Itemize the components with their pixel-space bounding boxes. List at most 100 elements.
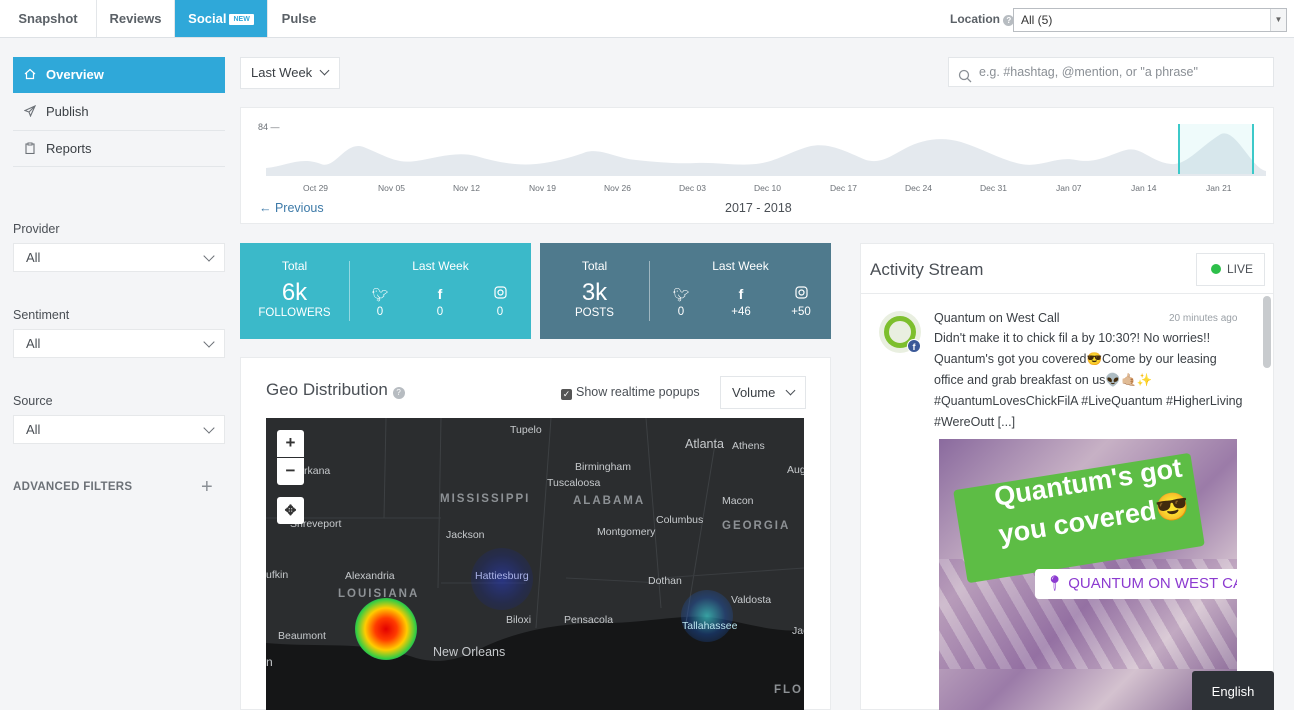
followers-card: Total 6k FOLLOWERS Last Week 🐦︎ f 0 0 0 xyxy=(240,243,531,339)
live-button[interactable]: LIVE xyxy=(1196,253,1265,286)
date-label: Nov 05 xyxy=(378,183,405,193)
checkmark-icon: ✓ xyxy=(561,389,572,400)
posts-card: Total 3k POSTS Last Week 🐦︎ f 0 +46 +50 xyxy=(540,243,831,339)
period-dropdown[interactable]: Last Week xyxy=(240,57,340,89)
instagram-icon xyxy=(480,286,520,302)
sidebar-item-overview[interactable]: Overview xyxy=(13,57,225,93)
date-label: Nov 12 xyxy=(453,183,480,193)
show-popups-checkbox[interactable]: ✓ Show realtime popups xyxy=(561,385,700,400)
sentiment-value: All xyxy=(26,336,41,351)
date-label: Dec 03 xyxy=(679,183,706,193)
clipboard-icon xyxy=(24,131,36,167)
plus-icon[interactable]: + xyxy=(201,476,213,499)
location-pin-icon: 📍︎ xyxy=(1045,575,1065,592)
metric-dropdown[interactable]: Volume xyxy=(720,376,806,409)
instagram-icon xyxy=(781,286,821,302)
tab-label: Reviews xyxy=(109,11,162,26)
post-text-line: Quantum's got you covered😎Come by our le… xyxy=(934,352,1217,366)
search-icon xyxy=(958,65,972,93)
instagram-count: +50 xyxy=(791,306,811,318)
language-button[interactable]: English xyxy=(1192,671,1274,710)
tab-social[interactable]: Social NEW xyxy=(175,0,268,37)
city-label: Birmingham xyxy=(575,461,632,473)
sidebar-item-label: Overview xyxy=(46,67,104,82)
metric-value: Volume xyxy=(732,385,776,400)
city-label: Jackson xyxy=(446,529,485,541)
pan-button[interactable]: ✥ xyxy=(277,497,304,524)
city-label: Atlanta xyxy=(685,437,724,451)
chevron-down-icon xyxy=(319,65,330,76)
total-unit: POSTS xyxy=(575,307,614,319)
chevron-down-icon xyxy=(203,250,215,262)
previous-link[interactable]: ← Previous xyxy=(259,201,324,215)
date-label: Jan 14 xyxy=(1131,183,1157,193)
state-label: GEORGIA xyxy=(722,520,791,532)
location-select[interactable]: All (5) ▼ xyxy=(1013,8,1287,32)
tab-snapshot[interactable]: Snapshot xyxy=(0,0,97,37)
chevron-down-icon xyxy=(203,336,215,348)
dropdown-arrow-icon: ▼ xyxy=(1270,9,1286,31)
post-text-line: #WereOutt [...] xyxy=(934,415,1016,429)
map-background xyxy=(266,418,804,710)
search-input[interactable]: e.g. #hashtag, @mention, or "a phrase" xyxy=(948,57,1274,87)
city-label: Tallahassee xyxy=(682,620,738,632)
city-label: Dothan xyxy=(648,575,682,587)
geo-title-text: Geo Distribution xyxy=(266,380,388,399)
post-author[interactable]: Quantum on West Call xyxy=(934,311,1060,325)
sidebar-item-publish[interactable]: Publish xyxy=(13,94,225,130)
facebook-icon: f xyxy=(437,286,443,302)
post-image[interactable]: Quantum's got you covered😎 📍︎ QUANTUM ON… xyxy=(939,439,1237,710)
top-nav: Snapshot Reviews Social NEW Pulse Locatio… xyxy=(0,0,1294,38)
provider-select[interactable]: All xyxy=(13,243,225,272)
range-selector[interactable] xyxy=(1178,124,1254,174)
location-value: All (5) xyxy=(1021,13,1053,27)
sidebar-item-reports[interactable]: Reports xyxy=(13,131,225,167)
map[interactable]: Tupelo Atlanta Athens Birmingham Tuscalo… xyxy=(266,418,804,710)
new-badge: NEW xyxy=(229,14,254,25)
date-label: Dec 24 xyxy=(905,183,932,193)
image-location-tag: 📍︎ QUANTUM ON WEST CALL xyxy=(1035,569,1237,599)
divider xyxy=(861,293,1273,294)
advanced-filters-label[interactable]: ADVANCED FILTERS xyxy=(13,481,132,493)
zoom-in-button[interactable]: + xyxy=(277,430,304,457)
date-label: Dec 10 xyxy=(754,183,781,193)
city-label: n xyxy=(266,655,273,669)
date-label: Dec 17 xyxy=(830,183,857,193)
tab-label: Social xyxy=(188,11,227,26)
zoom-out-button[interactable]: − xyxy=(277,458,304,485)
last-week-label: Last Week xyxy=(412,259,469,273)
help-icon[interactable]: ? xyxy=(392,387,405,399)
total-value: 3k xyxy=(581,279,608,306)
date-label: Jan 07 xyxy=(1056,183,1082,193)
sidebar-item-label: Reports xyxy=(46,141,92,156)
instagram-count: 0 xyxy=(496,306,504,318)
timeline-area xyxy=(266,133,1266,176)
post-text-line: Didn't make it to chick fil a by 10:30?!… xyxy=(934,331,1211,345)
timeline-chart[interactable]: 84 — Oct 29 Nov 05 Nov 12 Nov 19 Nov 26 … xyxy=(240,107,1274,224)
activity-stream-card: Activity Stream LIVE f Quantum on West C… xyxy=(860,243,1274,710)
post-time: 20 minutes ago xyxy=(1169,313,1238,324)
sidebar-item-label: Publish xyxy=(46,104,89,119)
chevron-down-icon xyxy=(203,422,215,434)
post-text-line: #QuantumLovesChickFilA #LiveQuantum #Hig… xyxy=(934,394,1243,408)
scrollbar[interactable] xyxy=(1263,296,1271,368)
sentiment-select[interactable]: All xyxy=(13,329,225,358)
tab-label: Snapshot xyxy=(18,11,78,26)
source-select[interactable]: All xyxy=(13,415,225,444)
live-label: LIVE xyxy=(1227,262,1254,276)
last-week-label: Last Week xyxy=(712,259,769,273)
tab-pulse[interactable]: Pulse xyxy=(268,0,330,37)
facebook-count: +46 xyxy=(731,306,751,318)
chevron-down-icon xyxy=(785,385,796,396)
heatmap-hotspot xyxy=(681,590,733,642)
location-label: Location ? xyxy=(950,12,1015,26)
date-label: Nov 26 xyxy=(604,183,631,193)
date-label: Dec 31 xyxy=(980,183,1007,193)
state-label: ALABAMA xyxy=(573,495,646,507)
city-label: Hattiesburg xyxy=(475,570,529,582)
city-label: Athens xyxy=(732,440,765,452)
city-label: ufkin xyxy=(266,569,289,581)
twitter-icon: 🐦︎ xyxy=(371,287,389,302)
heatmap-hotspot xyxy=(355,598,417,660)
tab-reviews[interactable]: Reviews xyxy=(97,0,175,37)
